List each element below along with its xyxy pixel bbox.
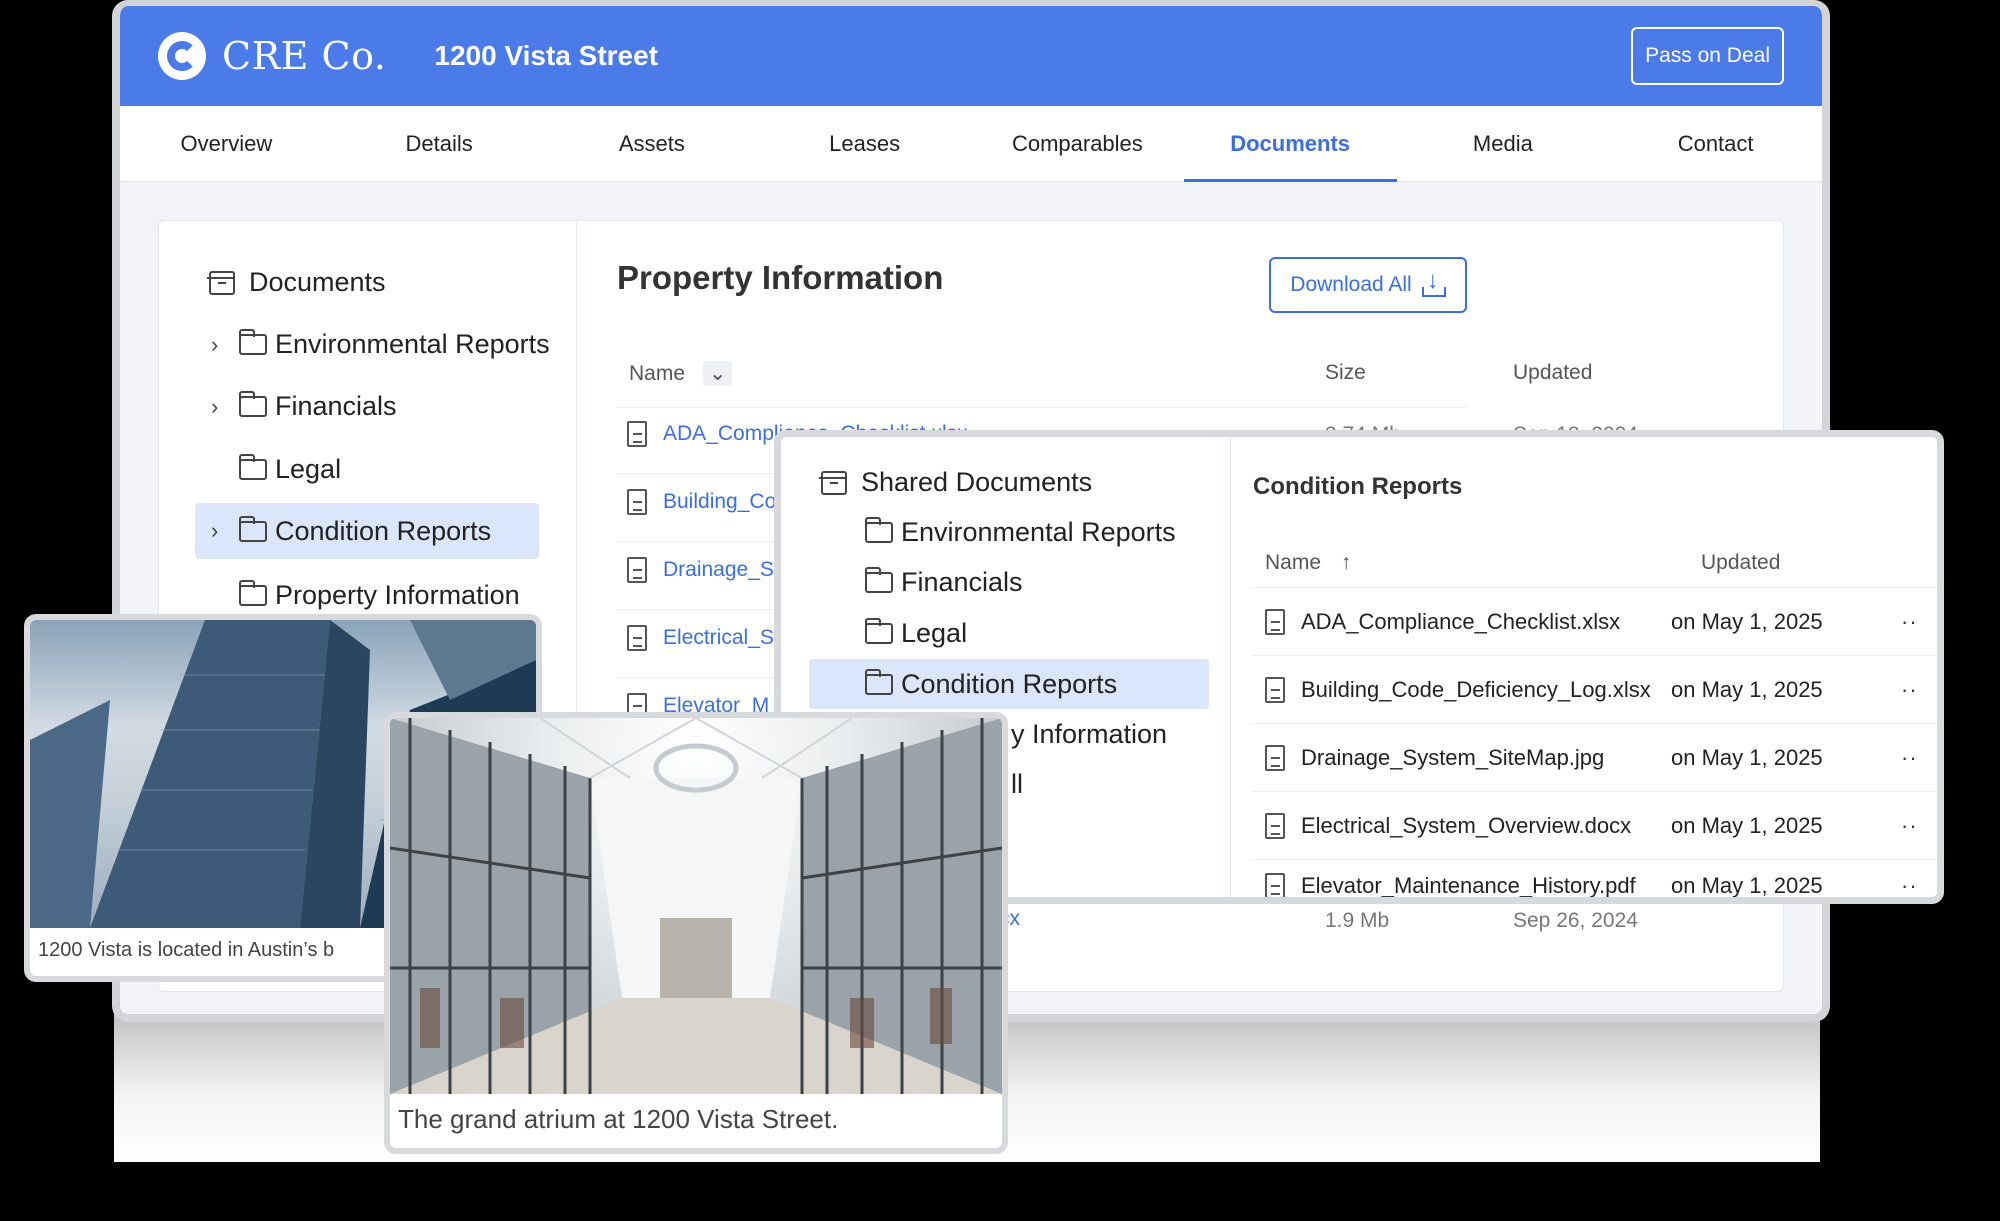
file-icon (627, 557, 647, 583)
file-icon (1265, 676, 1285, 703)
tree-item-condition-reports[interactable]: › Condition Reports (195, 503, 539, 559)
deal-title: 1200 Vista Street (434, 40, 659, 71)
shared-column-updated[interactable]: Updated (1701, 551, 1780, 575)
file-icon (1265, 873, 1285, 897)
folder-icon (864, 567, 893, 593)
table-row[interactable]: ADA_Compliance_Checklist.xlsx on May 1, … (1251, 587, 1937, 655)
tree-root-documents[interactable]: Documents (207, 267, 386, 298)
folder-icon (238, 515, 267, 542)
table-row[interactable]: Drainage_S (627, 557, 774, 583)
chevron-down-icon[interactable]: ⌄ (702, 361, 733, 386)
more-options-icon[interactable]: ·· (1901, 609, 1918, 635)
more-options-icon[interactable]: ·· (1901, 677, 1918, 703)
tab-media[interactable]: Media (1397, 106, 1610, 181)
file-icon (1265, 608, 1285, 635)
file-icon (627, 489, 647, 515)
shared-item-partial[interactable]: ll (1011, 769, 1023, 800)
file-icon (627, 421, 647, 447)
arrow-up-icon[interactable]: ↑ (1341, 551, 1352, 574)
table-row[interactable]: Elevator_Maintenance_History.pdf on May … (1251, 859, 1937, 897)
folder-icon (238, 391, 267, 417)
shared-column-name[interactable]: Name ↑ (1265, 551, 1351, 575)
archive-icon (819, 470, 847, 495)
folder-icon (864, 618, 893, 644)
file-updated: Sep 26, 2024 (1513, 909, 1638, 932)
tree-item-environmental-reports[interactable]: › Environmental Reports (211, 329, 550, 360)
tree-item-property-information[interactable]: Property Information (238, 580, 520, 611)
chevron-right-icon[interactable]: › (211, 394, 239, 420)
chevron-right-icon[interactable]: › (211, 332, 239, 358)
shared-section-title: Condition Reports (1253, 473, 1463, 500)
tab-details[interactable]: Details (333, 106, 546, 181)
more-options-icon[interactable]: ·· (1901, 745, 1918, 771)
tree-item-financials[interactable]: › Financials (211, 391, 397, 422)
file-size: 1.9 Mb (1325, 909, 1390, 932)
tab-bar: Overview Details Assets Leases Comparabl… (120, 106, 1822, 182)
folder-icon (864, 517, 893, 543)
folder-icon (864, 668, 893, 695)
more-options-icon[interactable]: ·· (1901, 873, 1918, 897)
row-divider (617, 407, 1467, 408)
file-icon (627, 625, 647, 651)
column-name[interactable]: Name ⌄ (629, 361, 733, 386)
download-all-button[interactable]: Download All (1269, 257, 1467, 313)
column-updated[interactable]: Updated (1513, 361, 1592, 385)
table-row[interactable]: Building_Code_Deficiency_Log.xlsx on May… (1251, 655, 1937, 723)
folder-icon (238, 580, 267, 606)
table-row[interactable]: Building_Co (627, 489, 776, 515)
section-title: Property Information (617, 259, 944, 296)
tree-item-legal[interactable]: Legal (238, 454, 341, 485)
download-icon (1421, 267, 1446, 297)
tree-root-shared-documents[interactable]: Shared Documents (819, 467, 1092, 498)
table-row[interactable]: Electrical_S (627, 625, 774, 651)
atrium-photo (390, 718, 1002, 1094)
archive-icon (207, 270, 235, 295)
shared-item-condition-reports[interactable]: Condition Reports (809, 659, 1209, 709)
atrium-illustration (390, 718, 1002, 1094)
tab-contact[interactable]: Contact (1609, 106, 1822, 181)
more-options-icon[interactable]: ·· (1901, 813, 1918, 839)
folder-icon (238, 329, 267, 355)
file-icon (1265, 812, 1285, 839)
folder-icon (238, 454, 267, 480)
brand-logo-icon (158, 32, 206, 80)
tab-overview[interactable]: Overview (120, 106, 333, 181)
column-size[interactable]: Size (1325, 361, 1366, 385)
atrium-photo-card[interactable]: The grand atrium at 1200 Vista Street. (384, 712, 1008, 1154)
atrium-photo-caption: The grand atrium at 1200 Vista Street. (398, 1104, 839, 1134)
tab-assets[interactable]: Assets (546, 106, 759, 181)
file-icon (1265, 744, 1285, 771)
shared-item-legal[interactable]: Legal (864, 618, 967, 649)
pass-on-deal-button[interactable]: Pass on Deal (1631, 27, 1784, 85)
top-bar: CRE Co. 1200 Vista Street Pass on Deal (120, 6, 1822, 106)
tab-leases[interactable]: Leases (758, 106, 971, 181)
table-row[interactable]: Drainage_System_SiteMap.jpg on May 1, 20… (1251, 723, 1937, 791)
table-row[interactable]: Electrical_System_Overview.docx on May 1… (1251, 791, 1937, 859)
chevron-right-icon[interactable]: › (211, 518, 239, 544)
tab-documents[interactable]: Documents (1183, 106, 1397, 182)
tab-comparables[interactable]: Comparables (971, 106, 1184, 181)
shared-item-environmental-reports[interactable]: Environmental Reports (864, 517, 1176, 548)
brand-name: CRE Co. (222, 34, 387, 78)
shared-item-financials[interactable]: Financials (864, 567, 1023, 598)
shared-item-partial[interactable]: y Information (1011, 719, 1167, 750)
